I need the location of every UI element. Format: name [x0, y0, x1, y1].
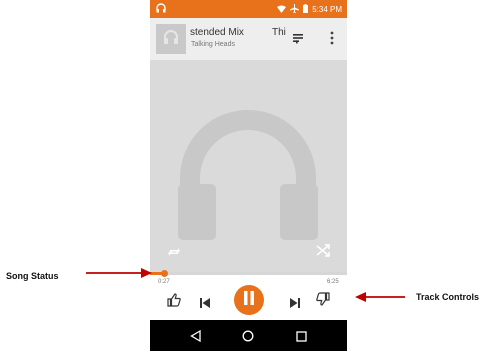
back-icon[interactable] [190, 329, 201, 347]
wifi-icon [277, 5, 287, 15]
track-artist: Talking Heads [191, 41, 235, 48]
total-time: 6:25 [327, 279, 339, 285]
battery-icon [303, 4, 309, 15]
song-status-arrow [86, 268, 152, 278]
skip-previous-icon[interactable] [200, 295, 210, 313]
recents-icon[interactable] [296, 329, 307, 347]
headphones-icon [163, 29, 179, 50]
status-time: 5:34 PM [312, 5, 342, 14]
thumb-up-icon[interactable] [167, 293, 181, 312]
next-track-title: Thi [272, 27, 286, 38]
album-thumbnail[interactable] [156, 24, 186, 54]
queue-icon[interactable] [292, 31, 306, 45]
track-controls-arrow [355, 292, 405, 302]
skip-next-icon[interactable] [290, 295, 300, 313]
track-controls-label: Track Controls [416, 292, 480, 302]
progress-handle[interactable] [160, 270, 168, 277]
elapsed-time: 0:27 [158, 279, 170, 285]
track-title: stended Mix [190, 27, 244, 38]
phone-screen: 5:34 PM stended Mix Talking Heads Thi 0:… [150, 0, 347, 351]
album-art [150, 60, 347, 272]
navigation-bar [150, 320, 347, 351]
status-bar: 5:34 PM [150, 0, 347, 18]
shuffle-icon[interactable] [316, 244, 330, 257]
home-icon[interactable] [242, 329, 254, 347]
headphones-icon [178, 110, 318, 240]
progress-bar[interactable] [150, 270, 347, 277]
pause-icon [243, 290, 255, 310]
airplane-icon [290, 4, 300, 15]
now-playing-bar[interactable]: stended Mix Talking Heads Thi [150, 18, 347, 60]
more-vert-icon[interactable] [328, 29, 336, 47]
song-status-label: Song Status [6, 271, 59, 281]
play-pause-button[interactable] [234, 285, 264, 315]
thumb-down-icon[interactable] [316, 292, 330, 311]
repeat-icon[interactable] [167, 245, 181, 257]
headphones-icon [156, 3, 166, 15]
track-controls [150, 285, 347, 316]
